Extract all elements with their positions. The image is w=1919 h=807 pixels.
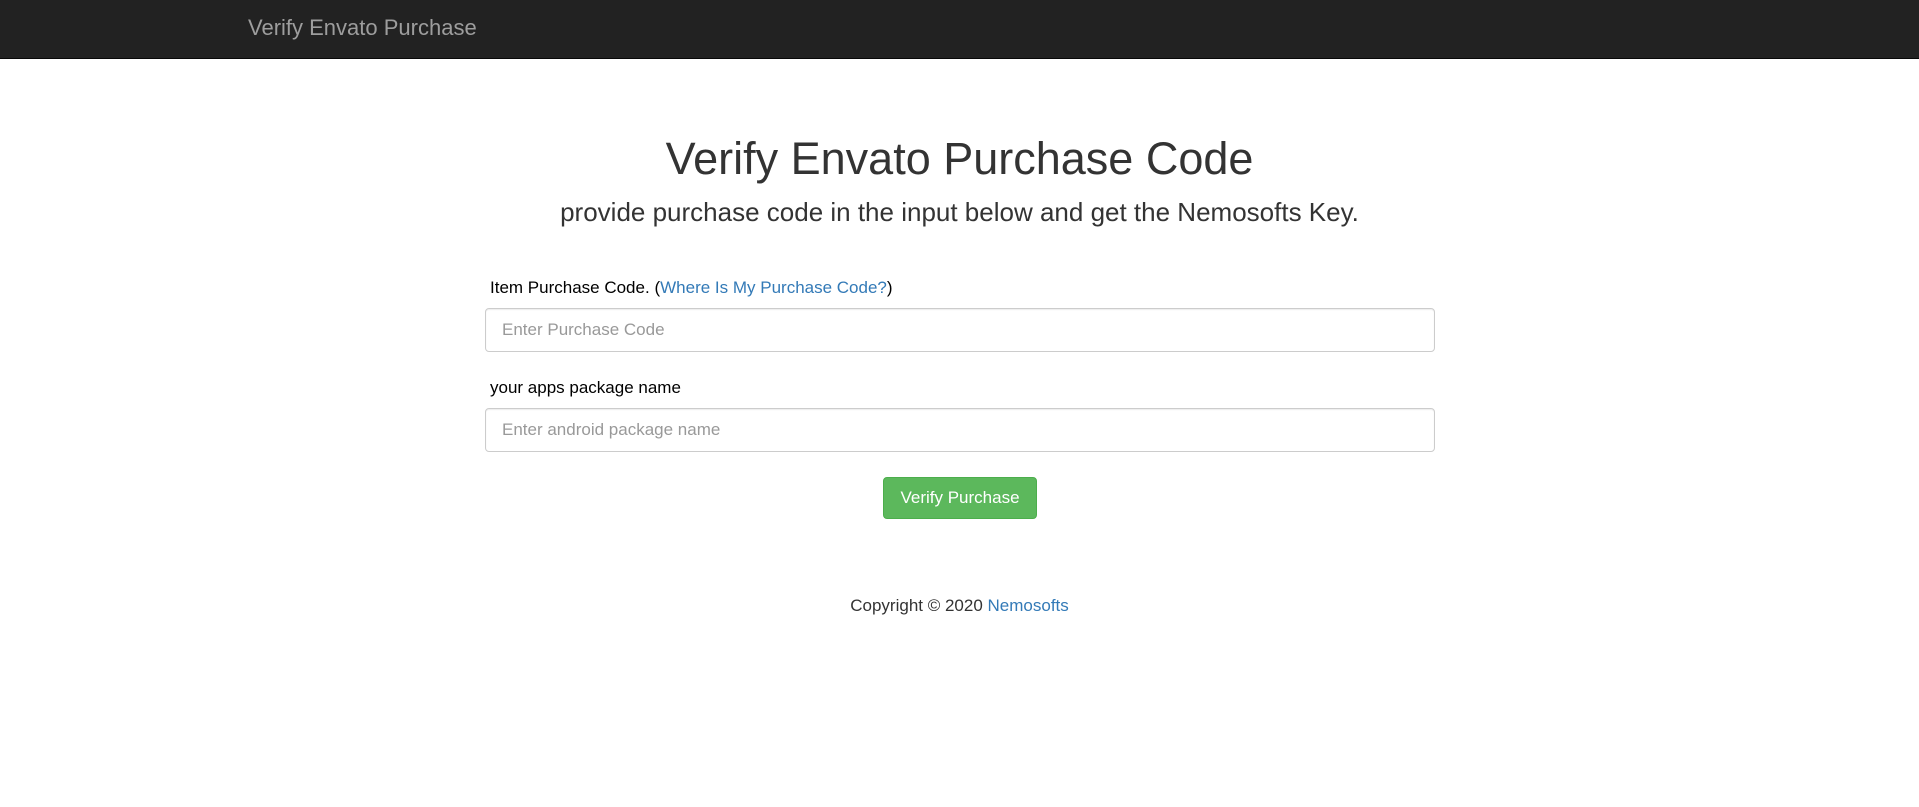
- purchase-code-input[interactable]: [485, 308, 1435, 352]
- package-name-label: your apps package name: [490, 378, 681, 397]
- purchase-code-group: Item Purchase Code. (Where Is My Purchas…: [485, 278, 1435, 352]
- paren-close: ): [886, 278, 893, 297]
- purchase-code-label: Item Purchase Code. (Where Is My Purchas…: [485, 278, 1435, 298]
- package-name-group: your apps package name: [485, 378, 1435, 452]
- page-title: Verify Envato Purchase Code: [665, 133, 1254, 184]
- verify-form: Item Purchase Code. (Where Is My Purchas…: [485, 278, 1435, 519]
- where-is-purchase-code-link[interactable]: Where Is My Purchase Code?: [660, 278, 887, 297]
- footer: Copyright © 2020 Nemosofts: [0, 596, 1919, 616]
- verify-purchase-button[interactable]: Verify Purchase: [883, 477, 1037, 519]
- navbar-brand-link[interactable]: Verify Envato Purchase: [248, 15, 477, 41]
- submit-row: Verify Purchase: [485, 477, 1435, 519]
- package-name-input[interactable]: [485, 408, 1435, 452]
- copyright-text: Copyright © 2020: [850, 596, 983, 615]
- nemosofts-link[interactable]: Nemosofts: [988, 596, 1069, 615]
- top-navbar: Verify Envato Purchase: [0, 0, 1919, 59]
- page-subtitle: provide purchase code in the input below…: [560, 197, 1359, 227]
- purchase-code-label-text: Item Purchase Code.: [490, 278, 650, 297]
